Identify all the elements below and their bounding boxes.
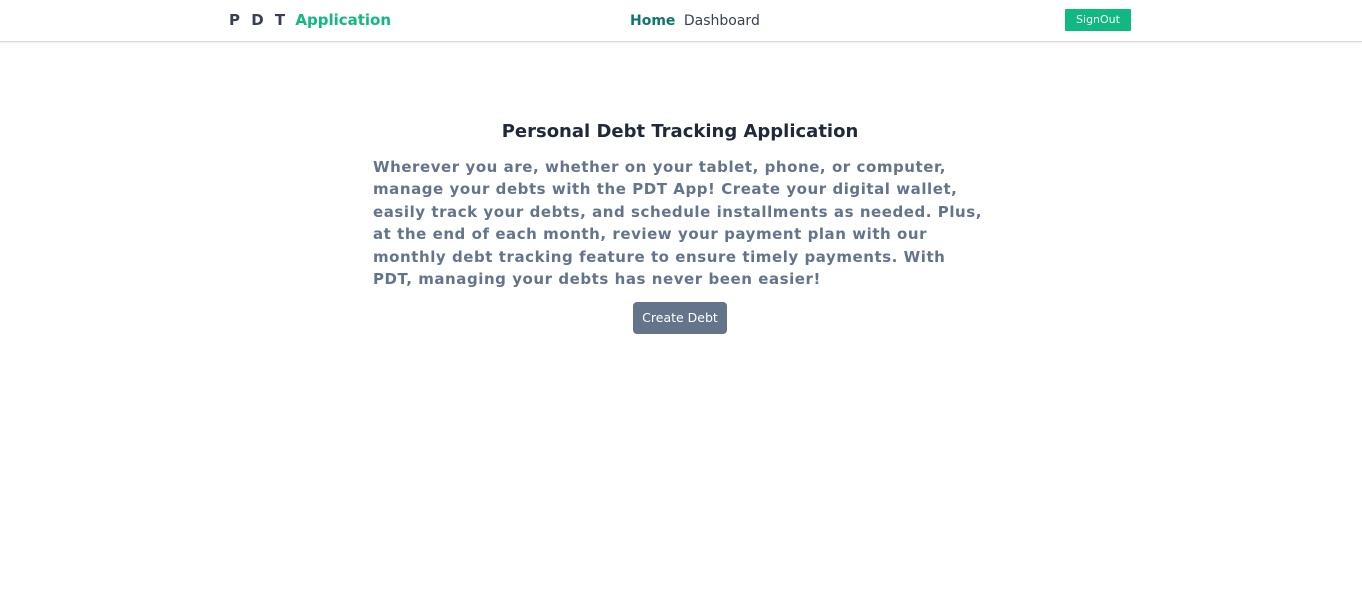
nav-link-dashboard[interactable]: Dashboard [684,13,760,29]
brand-prefix: P D T [229,11,289,29]
signout-button[interactable]: SignOut [1065,9,1131,31]
brand-logo[interactable]: P D T Application [229,11,391,29]
page-title: Personal Debt Tracking Application [501,121,859,142]
hero-section: Personal Debt Tracking Application Where… [373,121,987,335]
top-navbar: P D T Application Home Dashboard SignOut [0,0,1362,42]
brand-suffix: Application [295,11,392,29]
create-debt-button[interactable]: Create Debt [633,302,727,335]
hero-description: Wherever you are, whether on your tablet… [373,158,983,289]
nav-link-home[interactable]: Home [630,13,675,29]
nav-links: Home Dashboard [630,13,760,29]
